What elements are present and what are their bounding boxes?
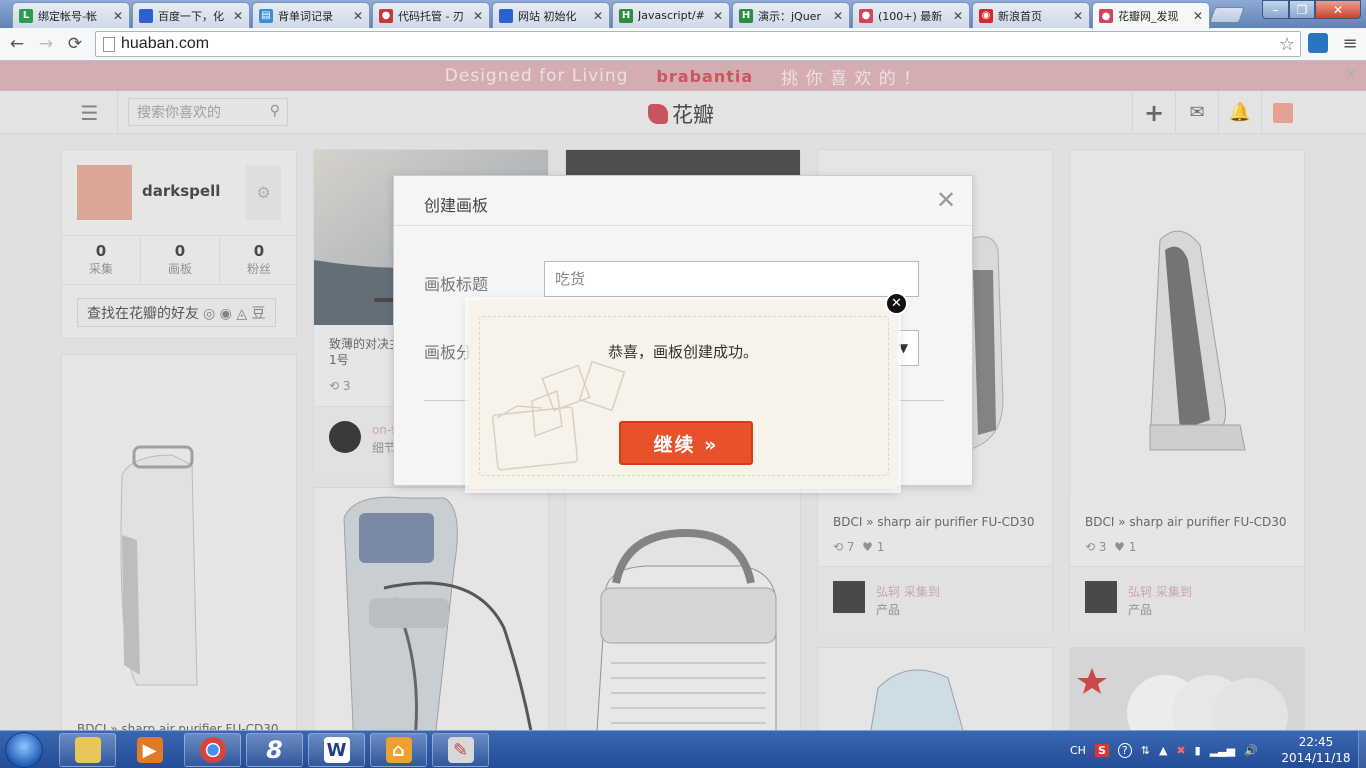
tab-title: 网站 初始化: [518, 9, 577, 23]
clock[interactable]: 22:45 2014/11/18: [1276, 734, 1356, 766]
browser-tab[interactable]: L 绑定帐号-帐 ✕: [12, 2, 130, 28]
webstorm-icon: W: [323, 737, 350, 763]
tab-favicon-icon: L: [19, 8, 33, 23]
folder-illustration-icon: [491, 360, 626, 471]
taskbar-webstorm[interactable]: W: [308, 733, 365, 767]
forward-icon[interactable]: →: [35, 33, 57, 55]
url-text: huaban.com: [121, 35, 210, 52]
volume-icon[interactable]: 🔊: [1244, 744, 1258, 757]
tab-favicon-icon: ●: [379, 8, 393, 23]
clock-date: 2014/11/18: [1281, 751, 1351, 765]
taskbar-media-player[interactable]: ▶: [121, 733, 178, 767]
browser-tab[interactable]: H 演示：jQuer ✕: [732, 2, 850, 28]
extension-icon[interactable]: [1308, 33, 1328, 53]
tab-close-icon[interactable]: ✕: [353, 9, 363, 23]
tab-favicon-icon: H: [739, 8, 753, 23]
taskbar-paint[interactable]: ✎: [432, 733, 489, 767]
folder-icon: [74, 737, 101, 763]
browser-tab[interactable]: H Javascript/# ✕: [612, 2, 730, 28]
tab-favicon-icon: 🐾: [139, 8, 153, 23]
close-window-button[interactable]: ✕: [1315, 0, 1361, 19]
tab-close-icon[interactable]: ✕: [233, 9, 243, 23]
windows-taskbar: ▶ 8 W ⌂ ✎ CH S ? ⇅ ▲ ✖ ▮ ▂▃▅ 🔊 22:45 201…: [0, 730, 1366, 768]
address-bar[interactable]: huaban.com ☆: [95, 31, 1301, 57]
tab-title: 花瓣网_发现: [1118, 10, 1179, 23]
show-desktop-button[interactable]: [1358, 731, 1366, 768]
show-hidden-icons[interactable]: ▲: [1159, 744, 1167, 757]
tab-close-icon[interactable]: ✕: [1193, 9, 1203, 23]
chevron-down-icon: ▼: [898, 341, 909, 355]
tab-favicon-icon: ●: [859, 8, 873, 23]
clock-time: 22:45: [1298, 735, 1334, 749]
tab-favicon-icon: 🐾: [499, 8, 513, 23]
browser-tab[interactable]: 🐾 网站 初始化 ✕: [492, 2, 610, 28]
taskbar-home-app[interactable]: ⌂: [370, 733, 427, 767]
browser-toolbar: ← → ⟳ huaban.com ☆ ≡: [0, 28, 1366, 61]
board-title-label: 画板标题: [424, 275, 489, 294]
tab-close-icon[interactable]: ✕: [473, 9, 483, 23]
browser-tab[interactable]: 🐾 百度一下，化 ✕: [132, 2, 250, 28]
tab-title: (100+) 最新: [878, 9, 943, 23]
maximize-button[interactable]: ❐: [1289, 0, 1315, 19]
tab-favicon-icon: H: [619, 8, 633, 23]
sogou-ime-icon[interactable]: S: [1094, 743, 1109, 757]
app-8-icon: 8: [266, 736, 283, 764]
divider: [394, 225, 972, 226]
start-button[interactable]: [5, 732, 43, 768]
language-indicator[interactable]: CH: [1070, 744, 1086, 757]
success-message: 恭喜，画板创建成功。: [607, 343, 758, 361]
taskbar-app-8[interactable]: 8: [246, 733, 303, 767]
tab-title: 演示：jQuer: [758, 9, 821, 23]
reload-icon[interactable]: ⟳: [64, 33, 86, 55]
taskbar-explorer[interactable]: [59, 733, 116, 767]
continue-button[interactable]: 继续 »: [619, 421, 753, 465]
close-icon[interactable]: ✕: [885, 292, 908, 315]
tab-title: 绑定帐号-帐: [38, 9, 97, 23]
browser-tab[interactable]: ◉ 新浪首页 ✕: [972, 2, 1090, 28]
bookmark-star-icon[interactable]: ☆: [1279, 34, 1295, 55]
browser-tab[interactable]: ▤ 背单词记录 ✕: [252, 2, 370, 28]
browser-tab[interactable]: ● 花瓣网_发现 ✕: [1092, 2, 1210, 29]
new-tab-button[interactable]: [1209, 7, 1245, 23]
tab-title: 背单词记录: [278, 9, 333, 23]
tab-favicon-icon: ◉: [979, 8, 993, 23]
system-tray: CH S ? ⇅ ▲ ✖ ▮ ▂▃▅ 🔊: [1070, 731, 1267, 768]
help-icon[interactable]: ?: [1117, 742, 1132, 758]
tab-close-icon[interactable]: ✕: [953, 9, 963, 23]
board-title-input[interactable]: 吃货: [544, 261, 919, 297]
battery-icon[interactable]: ▮: [1195, 744, 1201, 757]
network-error-icon[interactable]: ✖: [1176, 744, 1185, 757]
page-icon: [103, 36, 115, 52]
tab-title: 新浪首页: [998, 9, 1042, 23]
signal-icon[interactable]: ▂▃▅: [1210, 744, 1235, 757]
tab-close-icon[interactable]: ✕: [713, 9, 723, 23]
back-icon[interactable]: ←: [6, 33, 28, 55]
tab-close-icon[interactable]: ✕: [1073, 9, 1083, 23]
minimize-button[interactable]: –: [1262, 0, 1289, 19]
home-icon: ⌂: [385, 737, 412, 763]
taskbar-chrome[interactable]: [184, 733, 241, 767]
browser-tab[interactable]: ● (100+) 最新 ✕: [852, 2, 970, 28]
paint-palette-icon: ✎: [447, 737, 474, 763]
tab-favicon-icon: ●: [1099, 9, 1113, 23]
browser-tab-strip: L 绑定帐号-帐 ✕ 🐾 百度一下，化 ✕ ▤ 背单词记录 ✕ ● 代码托管 - 刃 ✕ 🐾 网站 初始化…: [0, 0, 1366, 29]
board-category-label: 画板分: [424, 343, 473, 362]
close-icon[interactable]: ✕: [936, 186, 956, 214]
chrome-icon: [199, 737, 226, 763]
browser-tab[interactable]: ● 代码托管 - 刃 ✕: [372, 2, 490, 28]
tab-close-icon[interactable]: ✕: [593, 9, 603, 23]
tab-close-icon[interactable]: ✕: [833, 9, 843, 23]
tab-title: 代码托管 - 刃: [398, 9, 464, 23]
success-dialog: 恭喜，画板创建成功。 继续 » ✕: [469, 292, 908, 489]
tab-title: 百度一下，化: [158, 9, 224, 23]
window-controls: – ❐ ✕: [1262, 0, 1361, 19]
media-player-icon: ▶: [136, 737, 163, 763]
tab-title: Javascript/#: [638, 9, 705, 22]
chrome-menu-icon[interactable]: ≡: [1340, 33, 1360, 54]
tab-favicon-icon: ▤: [259, 8, 273, 23]
modal-title: 创建画板: [424, 196, 489, 215]
ime-arrows-icon[interactable]: ⇅: [1141, 744, 1150, 757]
tab-close-icon[interactable]: ✕: [113, 9, 123, 23]
